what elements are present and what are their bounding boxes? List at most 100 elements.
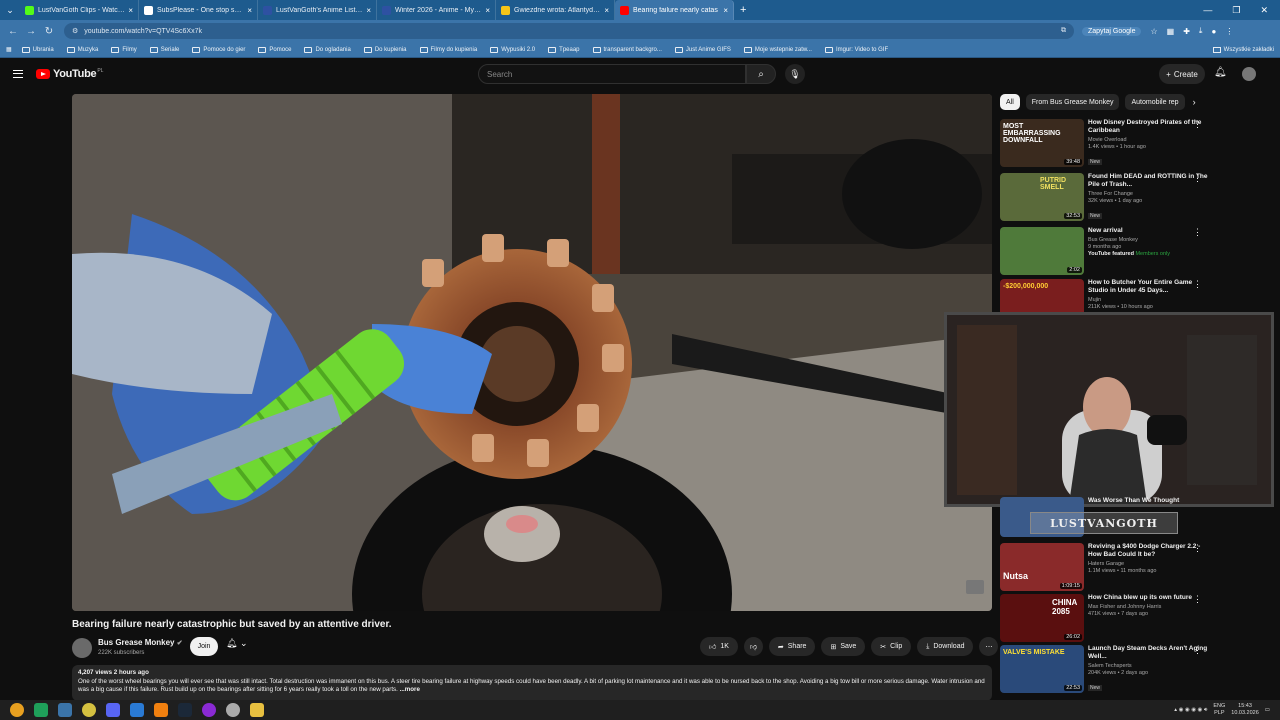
clip-button[interactable]: ✂ Clip (871, 637, 912, 656)
install-icon[interactable]: ⧉ (1061, 27, 1066, 35)
vlc-icon[interactable] (154, 703, 168, 717)
like-button[interactable]: 👍︎ 1K (700, 637, 738, 656)
menu-hamburger-icon[interactable] (13, 70, 23, 78)
browser-tab[interactable]: SubsPlease - One stop shop fo × (139, 0, 258, 20)
video-thumbnail[interactable]: MOST EMBARRASSING DOWNFALL 39:48 (1000, 119, 1084, 167)
close-icon[interactable]: × (485, 6, 490, 15)
more-vert-icon[interactable]: ⋮ (1193, 173, 1202, 184)
more-actions-button[interactable]: ⋯ (979, 637, 999, 656)
bookmark-item[interactable]: Imgur: Video to GIF (824, 46, 888, 53)
more-vert-icon[interactable]: ⋮ (1193, 279, 1202, 290)
bookmark-item[interactable]: Wypusiki 2.0 (490, 46, 535, 53)
bookmark-item[interactable]: Just Anime GIFS (674, 46, 731, 53)
bookmark-item[interactable]: Filmy do kupienia (419, 46, 477, 53)
video-thumbnail[interactable]: 2:02 (1000, 227, 1084, 275)
more-vert-icon[interactable]: ⋮ (1193, 594, 1202, 605)
close-window-icon[interactable]: ✕ (1260, 5, 1268, 16)
ask-google-button[interactable]: Zapytaj Google (1082, 26, 1142, 36)
browser-tab[interactable]: LustVanGoth's Anime List - My × (258, 0, 377, 20)
app-purple-icon[interactable] (202, 703, 216, 717)
chip-from-channel[interactable]: From Bus Grease Monkey (1025, 94, 1120, 110)
bookmark-item[interactable]: transparent backgro... (592, 46, 662, 53)
extensions-puzzle-icon[interactable]: ✚ (1183, 27, 1190, 36)
browser-tab[interactable]: Winter 2026 - Anime - MyAnim × (377, 0, 496, 20)
bookmark-item[interactable]: Muzyka (66, 46, 98, 53)
recommended-video[interactable]: Nutsa 1:09:15 Reviving a $400 Dodge Char… (1000, 543, 1210, 591)
subscribe-bell-dropdown[interactable]: 🔔︎ ⌄ (226, 638, 248, 649)
search-button[interactable]: ⌕ (746, 64, 776, 84)
close-icon[interactable]: × (723, 6, 728, 15)
create-button[interactable]: + Create (1159, 64, 1205, 84)
voice-search-button[interactable]: 🎙︎ (785, 64, 805, 84)
channel-avatar[interactable] (72, 638, 92, 658)
tray-icons[interactable]: ▴ ◉ ◉ ◉ ◉ 🔊︎ (1174, 707, 1207, 714)
bookmark-item[interactable]: Tpeaap (548, 46, 580, 53)
video-thumbnail[interactable]: PUTRID SMELL 32:53 (1000, 173, 1084, 221)
youtube-logo[interactable]: YouTube PL (36, 68, 103, 80)
video-thumbnail[interactable]: Nutsa 1:09:15 (1000, 543, 1084, 591)
recommended-video[interactable]: VALVE'S MISTAKE 22:53 Launch Day Steam D… (1000, 645, 1210, 693)
avatar[interactable] (1242, 67, 1256, 81)
recommended-video[interactable]: 2:02 New arrival Bus Grease Monkey 9 mon… (1000, 227, 1210, 275)
bookmark-item[interactable]: Do kupienia (363, 46, 407, 53)
clock[interactable]: 15:43 10.03.2026 (1231, 703, 1259, 717)
close-icon[interactable]: × (366, 6, 371, 15)
notifications-bell-icon[interactable]: 🔔︎ (1214, 67, 1227, 78)
bookmark-item[interactable]: Filmy (111, 46, 137, 53)
bookmark-item[interactable]: Pomoce do gier (192, 46, 245, 53)
downloads-icon[interactable]: ⤓ (1199, 26, 1203, 36)
app-green-icon[interactable] (34, 703, 48, 717)
forward-icon[interactable]: → (22, 26, 40, 37)
extension-icon[interactable]: ▦ (1167, 27, 1175, 36)
url-field[interactable]: ⚙ youtube.com/watch?v=QTV4Sc6Xx7k ⧉ (64, 23, 1074, 39)
apps-icon[interactable]: ▦ (6, 46, 12, 53)
show-more-link[interactable]: ...more (400, 686, 420, 693)
recommended-video[interactable]: MOST EMBARRASSING DOWNFALL 39:48 How Dis… (1000, 119, 1210, 167)
browser-tab-active[interactable]: Bearing failure nearly catas × (615, 0, 734, 20)
bookmark-item[interactable]: Seriale (149, 46, 179, 53)
close-icon[interactable]: × (128, 6, 133, 15)
close-icon[interactable]: × (604, 6, 609, 15)
bookmark-star-icon[interactable]: ☆ (1150, 27, 1157, 36)
back-icon[interactable]: ← (4, 26, 22, 37)
video-thumbnail[interactable]: VALVE'S MISTAKE 22:53 (1000, 645, 1084, 693)
maximize-icon[interactable]: ❐ (1232, 5, 1240, 16)
chevron-right-icon[interactable]: › (1193, 97, 1196, 107)
reload-icon[interactable]: ↻ (40, 26, 58, 37)
minimize-icon[interactable]: — (1203, 5, 1212, 16)
menu-kebab-icon[interactable]: ⋮ (1225, 27, 1233, 36)
chrome-icon[interactable] (10, 703, 24, 717)
video-thumbnail[interactable]: CHINA 2085 26:02 (1000, 594, 1084, 642)
notification-icon[interactable]: ▭ (1265, 707, 1270, 713)
site-info-icon[interactable]: ⚙ (72, 27, 78, 35)
language-indicator[interactable]: ENG PLP (1213, 703, 1225, 717)
app-blue-icon[interactable] (130, 703, 144, 717)
download-button[interactable]: ⤓ Download (917, 637, 974, 656)
chip-automobile[interactable]: Automobile rep (1125, 94, 1185, 110)
chip-all[interactable]: All (1000, 94, 1020, 110)
browser-tab[interactable]: LustVanGoth Clips - Watch Live× (20, 0, 139, 20)
search-input[interactable]: Search (478, 64, 746, 84)
join-button[interactable]: Join (190, 637, 218, 656)
file-explorer-icon[interactable] (250, 703, 264, 717)
recommended-video[interactable]: CHINA 2085 26:02 How China blew up its o… (1000, 594, 1210, 642)
share-button[interactable]: ➦ Share (768, 637, 816, 656)
bookmark-item[interactable]: Moje wstepnie zatw... (743, 46, 812, 53)
tab-search-icon[interactable]: ⌄ (0, 0, 20, 20)
bookmark-item[interactable]: Ubrania (21, 46, 54, 53)
discord-icon[interactable] (106, 703, 120, 717)
app-gray-icon[interactable] (226, 703, 240, 717)
more-vert-icon[interactable]: ⋮ (1193, 119, 1202, 130)
description-box[interactable]: 4,207 views 2 hours ago One of the worst… (72, 665, 992, 701)
more-vert-icon[interactable]: ⋮ (1193, 543, 1202, 554)
new-tab-button[interactable]: + (740, 4, 746, 16)
app-yellow-icon[interactable] (82, 703, 96, 717)
profile-icon[interactable]: ● (1211, 27, 1216, 36)
more-vert-icon[interactable]: ⋮ (1193, 645, 1202, 656)
browser-tab[interactable]: Gwiezdne wrota: Atlantyda / St × (496, 0, 615, 20)
browser-app-icon[interactable] (58, 703, 72, 717)
video-player[interactable] (72, 94, 992, 611)
bookmark-item[interactable]: Do ogladania (304, 46, 351, 53)
all-bookmarks[interactable]: Wszystkie zakładki (1212, 46, 1280, 53)
bookmark-item[interactable]: Pomoce (258, 46, 291, 53)
